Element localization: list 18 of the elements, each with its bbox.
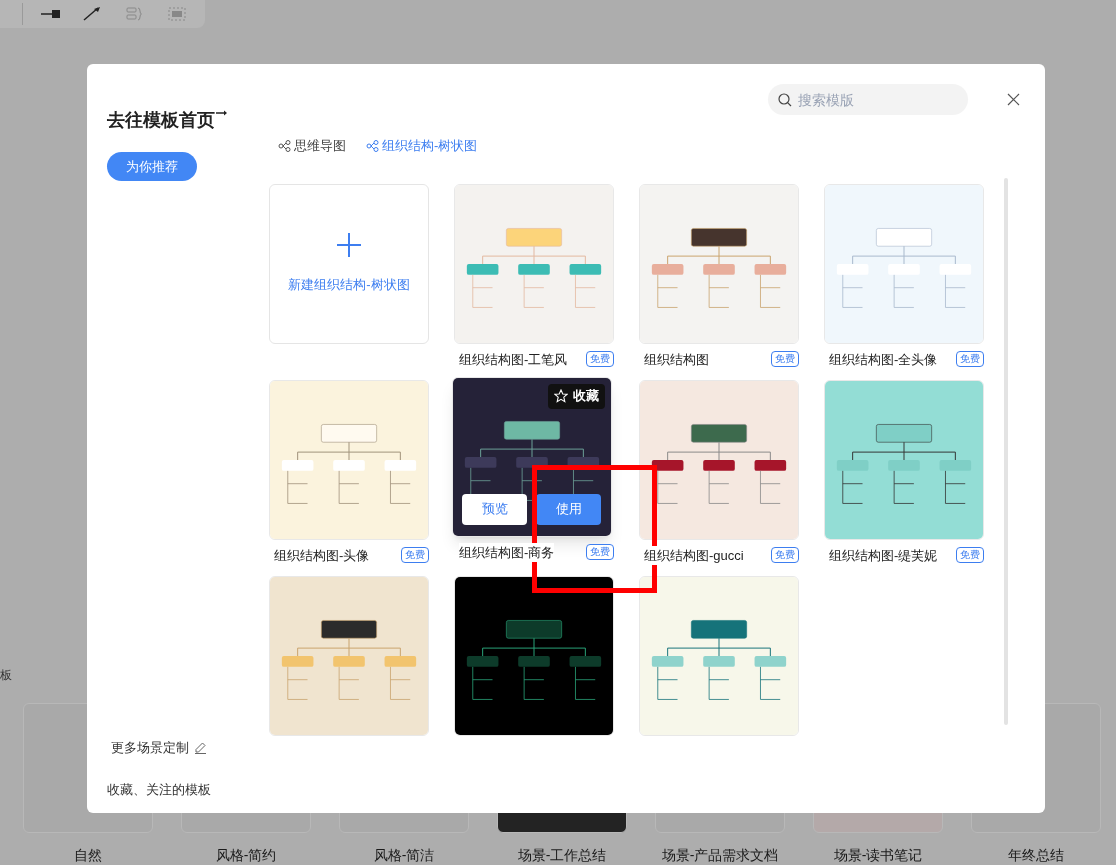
template-label: 风格-简洁 [373,846,435,865]
template-label: 风格-简约 [215,846,277,865]
free-badge: 免费 [771,547,799,564]
template-title: 组织结构图-商务 [459,542,555,562]
free-badge: 免费 [586,544,614,561]
free-badge: 免费 [401,547,429,564]
template-label: 年终总结 [1008,846,1064,865]
free-badge: 免费 [956,351,984,368]
template-label: 自然 [74,846,102,865]
new-template-label: 新建组织结构-树状图 [288,275,410,294]
free-badge: 免费 [586,351,614,368]
template-title: 组织结构图-gucci [644,545,744,565]
free-badge: 免费 [956,547,984,564]
side-label: 板 [0,667,12,684]
free-badge: 免费 [771,351,799,368]
template-label: 场景-工作总结 [517,846,607,865]
template-label: 场景-读书笔记 [833,846,923,865]
template-label: 场景-产品需求文档 [661,846,779,865]
